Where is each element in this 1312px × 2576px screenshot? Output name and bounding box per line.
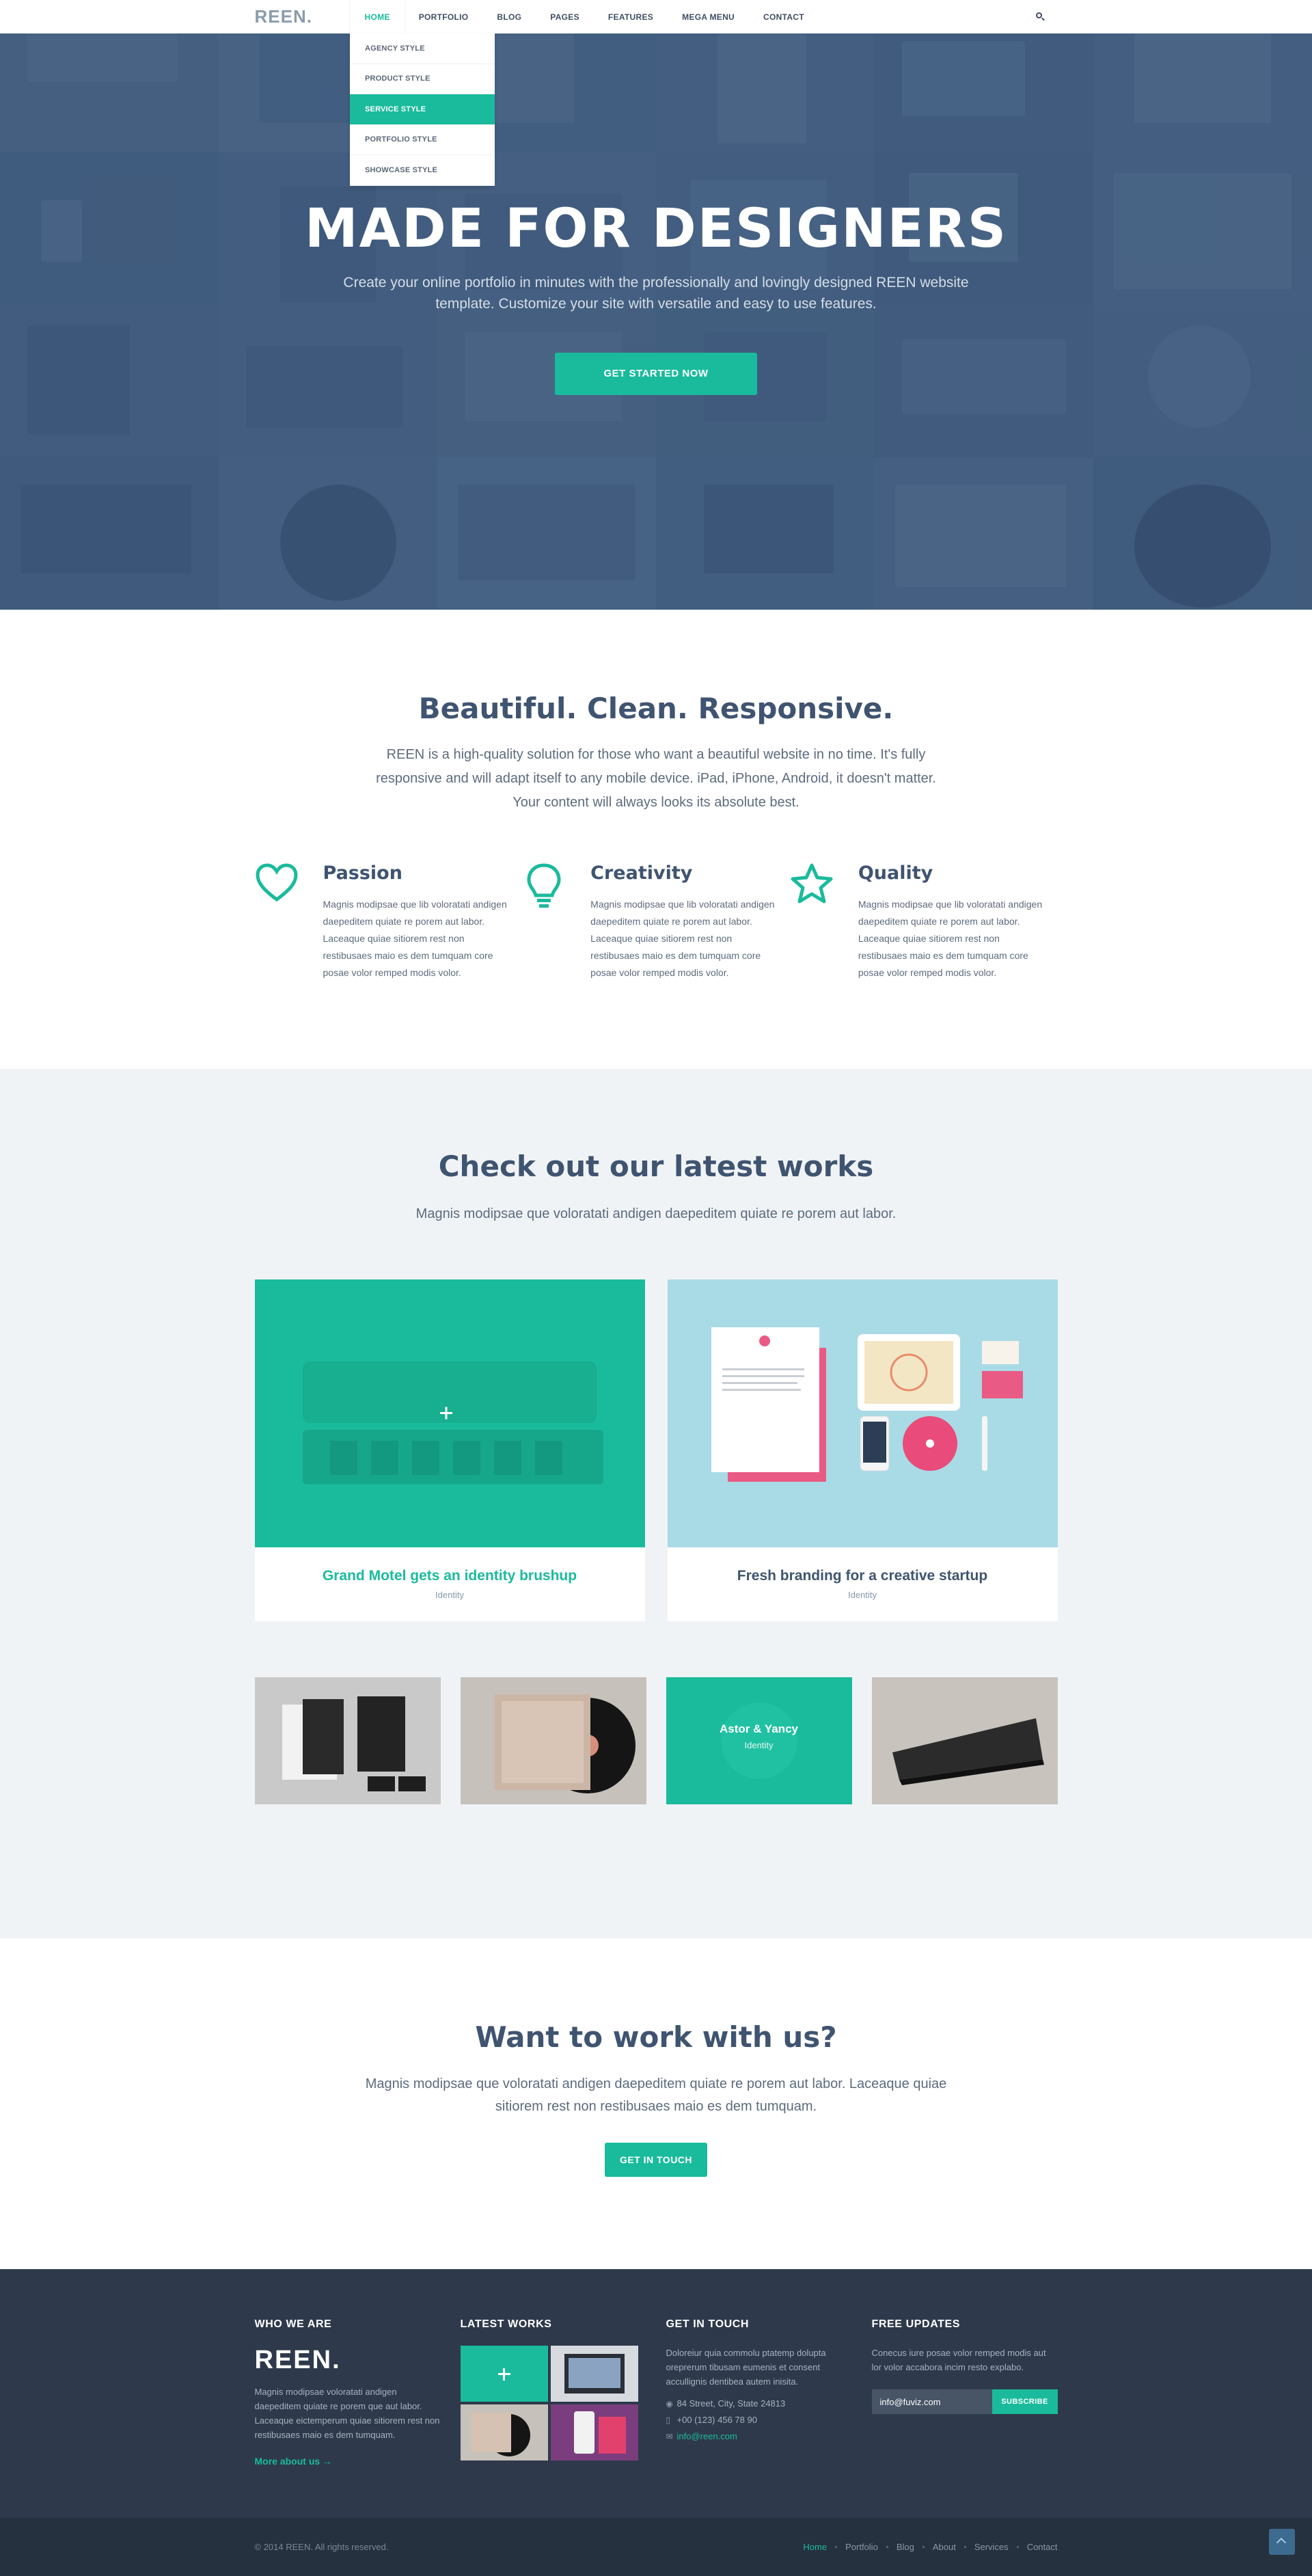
- footer-free-updates: FREE UPDATES Conecus iure posae volor re…: [871, 2318, 1058, 2467]
- cta-section: Want to work with us? Magnis modipsae qu…: [0, 1938, 1312, 2269]
- footer-work-thumb[interactable]: [460, 2404, 548, 2460]
- work-category: Identity: [435, 1590, 464, 1600]
- work-thumb-astor-yancy[interactable]: Astor & Yancy Identity: [666, 1677, 852, 1804]
- hero-title: MADE FOR DESIGNERS: [304, 198, 1008, 260]
- work-title[interactable]: Grand Motel gets an identity brushup: [255, 1568, 645, 1584]
- footer-link-blog[interactable]: Blog: [897, 2542, 914, 2552]
- work-card-grand-motel[interactable]: Grand Motel gets an identity brushup Ide…: [254, 1279, 645, 1621]
- footer-link-portfolio[interactable]: Portfolio: [845, 2542, 878, 2552]
- hero-section: MADE FOR DESIGNERS Create your online po…: [0, 0, 1312, 610]
- featured-works: Grand Motel gets an identity brushup Ide…: [254, 1279, 1058, 1621]
- works-section: Check out our latest works Magnis modips…: [0, 1069, 1312, 1938]
- feature-title: Passion: [323, 863, 402, 884]
- footer-work-thumb[interactable]: [550, 2404, 638, 2460]
- footer-heading: FREE UPDATES: [871, 2318, 961, 2330]
- subscribe-button[interactable]: SUBSCRIBE: [992, 2389, 1058, 2414]
- footer-heading: WHO WE ARE: [254, 2318, 332, 2330]
- footer-email[interactable]: ✉ info@reen.com: [666, 2430, 852, 2443]
- footer-address: ◉ 84 Street, City, State 24813: [666, 2397, 852, 2411]
- more-about-us-link[interactable]: More about us →: [255, 2456, 441, 2467]
- dropdown-item-product-style[interactable]: PRODUCT STYLE: [350, 64, 495, 94]
- dropdown-item-showcase-style[interactable]: SHOWCASE STYLE: [350, 155, 495, 186]
- subscribe-email-input[interactable]: [871, 2389, 992, 2414]
- footer-updates-text: Conecus iure posae volor remped modis au…: [871, 2348, 1046, 2372]
- work-image-grand-motel: [254, 1279, 645, 1547]
- dropdown-item-agency-style[interactable]: AGENCY STYLE: [350, 33, 495, 64]
- phone-icon: ▯: [666, 2415, 671, 2425]
- search-icon[interactable]: [1035, 12, 1046, 22]
- star-icon: [790, 863, 858, 917]
- work-title[interactable]: Fresh branding for a creative startup: [668, 1568, 1058, 1584]
- work-thumb-stationery[interactable]: [254, 1677, 441, 1804]
- footer-phone: ▯ +00 (123) 456 78 90: [666, 2413, 852, 2427]
- dropdown-item-service-style[interactable]: SERVICE STYLE: [350, 94, 495, 125]
- nav-item-features[interactable]: FEATURES: [594, 0, 668, 33]
- site-logo[interactable]: REEN.: [255, 6, 351, 27]
- dropdown-item-portfolio-style[interactable]: PORTFOLIO STYLE: [350, 125, 495, 155]
- footer-who-we-are: WHO WE ARE REEN. Magnis modipsae volorat…: [255, 2318, 441, 2467]
- nav-item-home[interactable]: HOME: [350, 0, 405, 33]
- feature-text: Magnis modipsae que lib voloratati andig…: [323, 899, 507, 978]
- navbar: REEN. HOME PORTFOLIO BLOG PAGES FEATURES…: [0, 0, 1312, 33]
- subscribe-form: SUBSCRIBE: [871, 2389, 1058, 2414]
- footer-work-thumb[interactable]: [550, 2346, 638, 2402]
- cta-title: Want to work with us?: [475, 2020, 837, 2054]
- nav-item-blog[interactable]: BLOG: [482, 0, 536, 33]
- feature-quality: Quality Magnis modipsae que lib volorata…: [790, 863, 1058, 981]
- footer-link-contact[interactable]: Contact: [1027, 2542, 1058, 2552]
- footer-logo[interactable]: REEN.: [255, 2346, 441, 2375]
- intro-lead: REEN is a high-quality solution for thos…: [376, 747, 936, 810]
- lightbulb-icon: [522, 863, 590, 917]
- feature-creativity: Creativity Magnis modipsae que lib volor…: [522, 863, 790, 981]
- location-pin-icon: ◉: [666, 2399, 673, 2409]
- footer-link-about[interactable]: About: [933, 2542, 956, 2552]
- footer-contact-text: Doloreiur quia commolu ptatemp dolupta o…: [666, 2348, 826, 2387]
- cta-lead: Magnis modipsae que voloratati andigen d…: [365, 2076, 947, 2114]
- work-image-fresh-branding: [667, 1279, 1058, 1547]
- copyright-text: © 2014 REEN. All rights reserved.: [254, 2542, 389, 2552]
- work-overlay-title: Astor & Yancy: [720, 1722, 798, 1735]
- feature-passion: Passion Magnis modipsae que lib volorata…: [255, 863, 523, 981]
- work-card-fresh-branding[interactable]: Fresh branding for a creative startup Id…: [667, 1279, 1058, 1621]
- heart-icon: [255, 863, 323, 917]
- intro-title: Beautiful. Clean. Responsive.: [418, 692, 894, 725]
- footer-link-services[interactable]: Services: [974, 2542, 1009, 2552]
- work-category: Identity: [848, 1590, 877, 1600]
- footer-about-text: Magnis modipsae voloratati andigen daepe…: [254, 2387, 440, 2440]
- footer-link-home[interactable]: Home: [803, 2542, 827, 2552]
- footer-heading: LATEST WORKS: [460, 2318, 552, 2330]
- get-in-touch-button[interactable]: GET IN TOUCH: [605, 2143, 707, 2177]
- features-row: Passion Magnis modipsae que lib volorata…: [255, 863, 1058, 981]
- envelope-icon: ✉: [666, 2432, 673, 2441]
- feature-text: Magnis modipsae que lib voloratati andig…: [858, 899, 1043, 978]
- main-nav: HOME PORTFOLIO BLOG PAGES FEATURES MEGA …: [350, 0, 819, 33]
- more-works: Astor & Yancy Identity: [254, 1677, 1058, 1804]
- home-dropdown-menu: AGENCY STYLE PRODUCT STYLE SERVICE STYLE…: [350, 33, 495, 186]
- hero-subtitle: Create your online portfolio in minutes …: [343, 275, 969, 312]
- scroll-to-top-button[interactable]: [1269, 2529, 1295, 2555]
- work-overlay-category: Identity: [744, 1740, 774, 1750]
- feature-title: Quality: [858, 863, 933, 884]
- work-thumb-vinyl-record[interactable]: [460, 1677, 646, 1804]
- footer-work-thumb[interactable]: [460, 2346, 548, 2402]
- nav-item-contact[interactable]: CONTACT: [749, 0, 819, 33]
- feature-title: Creativity: [590, 863, 693, 884]
- nav-item-mega-menu[interactable]: MEGA MENU: [668, 0, 749, 33]
- work-thumb-signwall[interactable]: [871, 1677, 1058, 1804]
- intro-section: Beautiful. Clean. Responsive. REEN is a …: [0, 610, 1312, 1069]
- footer-heading: GET IN TOUCH: [666, 2318, 750, 2330]
- hero-content: MADE FOR DESIGNERS Create your online po…: [0, 198, 1312, 395]
- chevron-up-icon: [1276, 2537, 1287, 2548]
- works-lead: Magnis modipsae que voloratati andigen d…: [415, 1206, 897, 1221]
- nav-item-portfolio[interactable]: PORTFOLIO: [405, 0, 483, 33]
- works-title: Check out our latest works: [438, 1150, 874, 1183]
- bottom-bar: © 2014 REEN. All rights reserved. Home P…: [0, 2518, 1312, 2576]
- get-started-button[interactable]: GET STARTED NOW: [555, 353, 757, 395]
- feature-text: Magnis modipsae que lib voloratati andig…: [590, 899, 775, 978]
- footer-get-in-touch: GET IN TOUCH Doloreiur quia commolu ptat…: [666, 2318, 852, 2467]
- footer-latest-works: LATEST WORKS: [460, 2318, 646, 2467]
- nav-item-pages[interactable]: PAGES: [536, 0, 594, 33]
- footer: WHO WE ARE REEN. Magnis modipsae volorat…: [0, 2269, 1312, 2518]
- footer-nav: Home Portfolio Blog About Services Conta…: [803, 2542, 1057, 2552]
